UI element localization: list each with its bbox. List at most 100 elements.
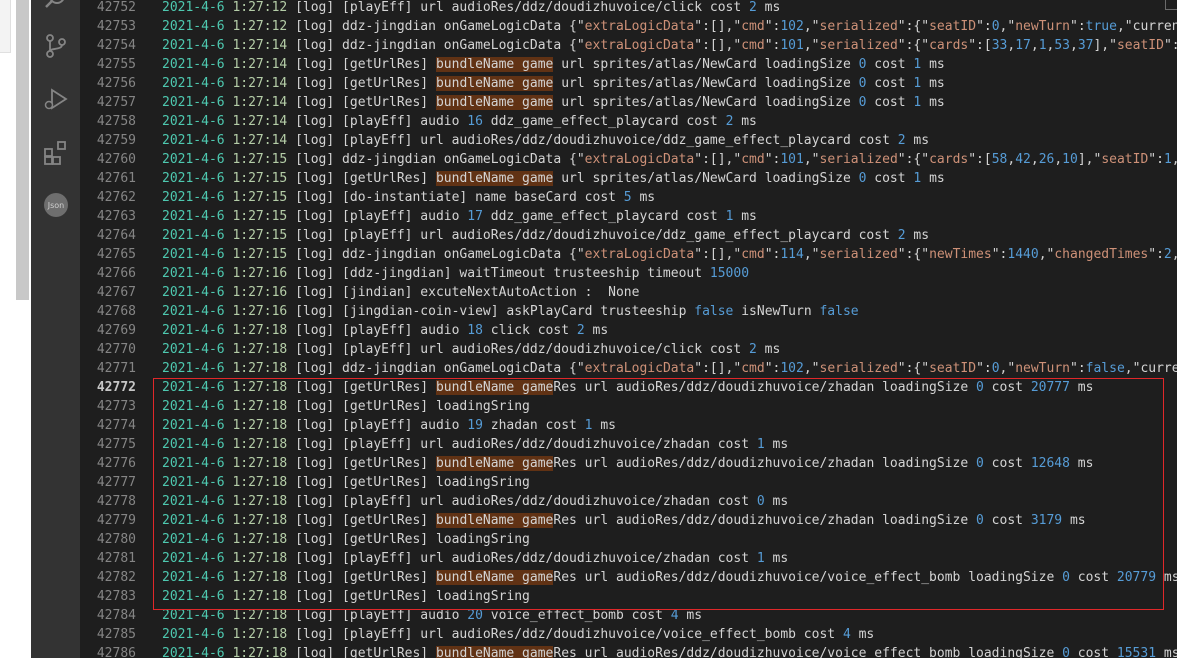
log-line[interactable]: 42778 2021-4-6 1:27:18 [log] [playEff] ur… xyxy=(80,492,788,511)
line-number: 42755 xyxy=(96,57,136,72)
search-icon[interactable] xyxy=(43,0,69,12)
log-line[interactable]: 42755 2021-4-6 1:27:14 [log] [getUrlRes] … xyxy=(80,55,945,74)
line-number: 42770 xyxy=(96,342,136,357)
log-line[interactable]: 42765 2021-4-6 1:27:15 [log] ddz-jingdian… xyxy=(80,245,1177,264)
log-time: 1:27:15 xyxy=(232,190,288,205)
log-line[interactable]: 42772 2021-4-6 1:27:18 [log] [getUrlRes] … xyxy=(80,378,1093,397)
log-date: 2021-4-6 xyxy=(162,551,225,566)
log-line[interactable]: 42753 2021-4-6 1:27:12 [log] ddz-jingdian… xyxy=(80,17,1177,36)
log-time: 1:27:15 xyxy=(232,171,288,186)
log-line[interactable]: 42784 2021-4-6 1:27:18 [log] [playEff] au… xyxy=(80,606,702,625)
line-number: 42768 xyxy=(96,304,136,319)
log-time: 1:27:16 xyxy=(232,285,288,300)
line-number: 42767 xyxy=(96,285,136,300)
log-line[interactable]: 42785 2021-4-6 1:27:18 [log] [playEff] ur… xyxy=(80,625,874,644)
log-time: 1:27:18 xyxy=(232,380,288,395)
log-line[interactable]: 42758 2021-4-6 1:27:14 [log] [playEff] au… xyxy=(80,112,757,131)
source-control-icon[interactable] xyxy=(43,33,69,59)
log-date: 2021-4-6 xyxy=(162,209,225,224)
run-debug-icon[interactable] xyxy=(43,86,69,112)
log-message: [log] [playEff] audio 20 voice_effect_bo… xyxy=(287,608,703,623)
log-line[interactable]: 42781 2021-4-6 1:27:18 [log] [playEff] ur… xyxy=(80,549,788,568)
log-line[interactable]: 42759 2021-4-6 1:27:14 [log] [playEff] ur… xyxy=(80,131,929,150)
log-message: [log] [playEff] url audioRes/ddz/doudizh… xyxy=(287,437,789,452)
log-line[interactable]: 42779 2021-4-6 1:27:18 [log] [getUrlRes] … xyxy=(80,511,1086,530)
log-time: 1:27:15 xyxy=(232,247,288,262)
line-number: 42752 xyxy=(96,0,136,15)
log-date: 2021-4-6 xyxy=(162,228,225,243)
editor-pane[interactable]: 42752 2021-4-6 1:27:12 [log] [playEff] ur… xyxy=(80,0,1177,658)
log-line[interactable]: 42752 2021-4-6 1:27:12 [log] [playEff] ur… xyxy=(80,0,780,17)
vertical-scrollbar[interactable] xyxy=(16,0,29,300)
log-line[interactable]: 42786 2021-4-6 1:27:18 [log] [getUrlRes] … xyxy=(80,644,1177,658)
log-date: 2021-4-6 xyxy=(162,570,225,585)
line-number: 42753 xyxy=(96,19,136,34)
line-number: 42779 xyxy=(96,513,136,528)
log-time: 1:27:14 xyxy=(232,76,288,91)
log-time: 1:27:12 xyxy=(232,0,288,15)
log-message: [log] ddz-jingdian onGameLogicData {"ext… xyxy=(287,38,1177,53)
log-line[interactable]: 42762 2021-4-6 1:27:15 [log] [do-instanti… xyxy=(80,188,655,207)
log-line[interactable]: 42757 2021-4-6 1:27:14 [log] [getUrlRes] … xyxy=(80,93,945,112)
line-number: 42764 xyxy=(96,228,136,243)
log-date: 2021-4-6 xyxy=(162,0,225,15)
log-line[interactable]: 42780 2021-4-6 1:27:18 [log] [getUrlRes] … xyxy=(80,530,530,549)
log-time: 1:27:16 xyxy=(232,266,288,281)
log-time: 1:27:18 xyxy=(232,437,288,452)
log-date: 2021-4-6 xyxy=(162,418,225,433)
activity-bar: Json xyxy=(31,0,80,658)
log-line[interactable]: 42783 2021-4-6 1:27:18 [log] [getUrlRes] … xyxy=(80,587,530,606)
log-line[interactable]: 42764 2021-4-6 1:27:15 [log] [playEff] ur… xyxy=(80,226,929,245)
line-number: 42758 xyxy=(96,114,136,129)
log-line[interactable]: 42761 2021-4-6 1:27:15 [log] [getUrlRes] … xyxy=(80,169,945,188)
log-line[interactable]: 42770 2021-4-6 1:27:18 [log] [playEff] ur… xyxy=(80,340,780,359)
log-line[interactable]: 42754 2021-4-6 1:27:14 [log] ddz-jingdian… xyxy=(80,36,1177,55)
log-date: 2021-4-6 xyxy=(162,133,225,148)
line-number: 42757 xyxy=(96,95,136,110)
log-line[interactable]: 42782 2021-4-6 1:27:18 [log] [getUrlRes] … xyxy=(80,568,1177,587)
log-date: 2021-4-6 xyxy=(162,589,225,604)
log-line[interactable]: 42776 2021-4-6 1:27:18 [log] [getUrlRes] … xyxy=(80,454,1093,473)
log-date: 2021-4-6 xyxy=(162,532,225,547)
log-date: 2021-4-6 xyxy=(162,399,225,414)
log-message: [log] [getUrlRes] bundleName game url sp… xyxy=(287,171,945,186)
log-time: 1:27:18 xyxy=(232,532,288,547)
left-gutter xyxy=(0,0,31,658)
log-line[interactable]: 42771 2021-4-6 1:27:18 [log] ddz-jingdian… xyxy=(80,359,1177,378)
line-number: 42777 xyxy=(96,475,136,490)
log-time: 1:27:18 xyxy=(232,551,288,566)
log-line[interactable]: 42760 2021-4-6 1:27:15 [log] ddz-jingdian… xyxy=(80,150,1177,169)
log-message: [log] [getUrlRes] bundleName gameRes url… xyxy=(287,570,1177,585)
log-message: [log] [getUrlRes] bundleName game url sp… xyxy=(287,95,945,110)
log-line[interactable]: 42767 2021-4-6 1:27:16 [log] [jindian] ex… xyxy=(80,283,640,302)
log-line[interactable]: 42775 2021-4-6 1:27:18 [log] [playEff] ur… xyxy=(80,435,788,454)
log-date: 2021-4-6 xyxy=(162,456,225,471)
line-number: 42766 xyxy=(96,266,136,281)
line-number: 42782 xyxy=(96,570,136,585)
log-message: [log] ddz-jingdian onGameLogicData {"ext… xyxy=(287,361,1177,376)
log-date: 2021-4-6 xyxy=(162,38,225,53)
log-line[interactable]: 42773 2021-4-6 1:27:18 [log] [getUrlRes] … xyxy=(80,397,530,416)
log-date: 2021-4-6 xyxy=(162,513,225,528)
log-time: 1:27:14 xyxy=(232,95,288,110)
json-icon[interactable]: Json xyxy=(43,192,69,218)
log-date: 2021-4-6 xyxy=(162,646,225,658)
log-line[interactable]: 42763 2021-4-6 1:27:15 [log] [playEff] au… xyxy=(80,207,757,226)
log-line[interactable]: 42774 2021-4-6 1:27:18 [log] [playEff] au… xyxy=(80,416,616,435)
log-message: [log] [playEff] url audioRes/ddz/doudizh… xyxy=(287,627,875,642)
log-date: 2021-4-6 xyxy=(162,304,225,319)
line-number: 42786 xyxy=(96,646,136,658)
log-time: 1:27:18 xyxy=(232,342,288,357)
log-line[interactable]: 42766 2021-4-6 1:27:16 [log] [ddz-jingdia… xyxy=(80,264,749,283)
log-date: 2021-4-6 xyxy=(162,247,225,262)
log-date: 2021-4-6 xyxy=(162,437,225,452)
log-time: 1:27:15 xyxy=(232,228,288,243)
log-date: 2021-4-6 xyxy=(162,152,225,167)
log-line[interactable]: 42777 2021-4-6 1:27:18 [log] [getUrlRes] … xyxy=(80,473,530,492)
log-line[interactable]: 42756 2021-4-6 1:27:14 [log] [getUrlRes] … xyxy=(80,74,945,93)
log-date: 2021-4-6 xyxy=(162,627,225,642)
log-time: 1:27:18 xyxy=(232,475,288,490)
log-line[interactable]: 42769 2021-4-6 1:27:18 [log] [playEff] au… xyxy=(80,321,608,340)
extensions-icon[interactable] xyxy=(43,140,69,166)
log-line[interactable]: 42768 2021-4-6 1:27:16 [log] [jingdian-co… xyxy=(80,302,859,321)
